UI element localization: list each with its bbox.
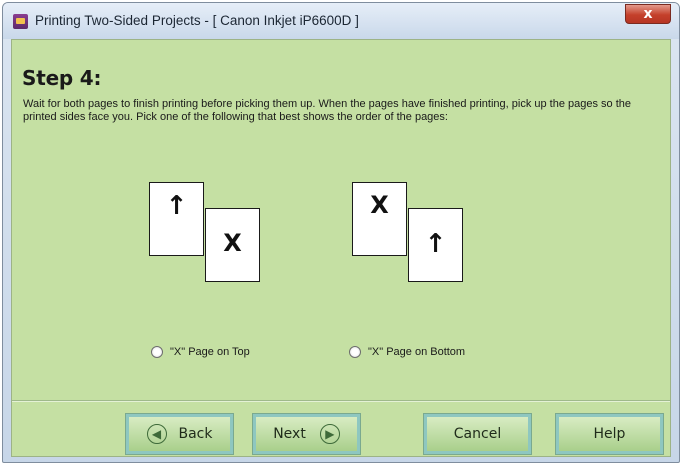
front-page: ↑ (408, 208, 463, 282)
front-page: X (205, 208, 260, 282)
next-label: Next (273, 426, 306, 442)
help-button[interactable]: Help (555, 413, 664, 455)
option-label: "X" Page on Top (170, 346, 250, 358)
wizard-panel: Step 4: Wait for both pages to finish pr… (11, 39, 671, 457)
dialog-window: Printing Two-Sided Projects - [ Canon In… (2, 2, 680, 463)
next-button[interactable]: Next ▶ (252, 413, 361, 455)
back-label: Back (178, 426, 213, 442)
back-page: ↑ (149, 182, 204, 256)
back-button[interactable]: ◀ Back (125, 413, 234, 455)
arrow-left-circle-icon: ◀ (146, 424, 167, 444)
option-label: "X" Page on Bottom (368, 346, 466, 358)
printer-app-icon (13, 14, 28, 29)
cancel-label: Cancel (453, 426, 502, 442)
radio-button[interactable] (151, 346, 163, 358)
radio-button[interactable] (349, 346, 361, 358)
window-title: Printing Two-Sided Projects - [ Canon In… (35, 13, 359, 28)
close-button[interactable]: x (625, 4, 671, 24)
separator (12, 400, 670, 402)
up-arrow-icon: ↑ (165, 191, 188, 221)
step-instructions: Wait for both pages to finish printing b… (23, 98, 632, 123)
step-title: Step 4: (22, 66, 102, 90)
back-page: X (352, 182, 407, 256)
arrow-right-circle-icon: ▶ (319, 424, 340, 444)
option-x-on-bottom[interactable]: "X" Page on Bottom (349, 346, 465, 358)
help-label: Help (593, 426, 626, 442)
x-mark: X (223, 229, 242, 257)
option-x-on-top[interactable]: "X" Page on Top (151, 346, 250, 358)
up-arrow-icon: ↑ (424, 229, 447, 259)
cancel-button[interactable]: Cancel (423, 413, 532, 455)
title-bar: Printing Two-Sided Projects - [ Canon In… (3, 3, 679, 39)
x-mark: X (370, 191, 389, 219)
